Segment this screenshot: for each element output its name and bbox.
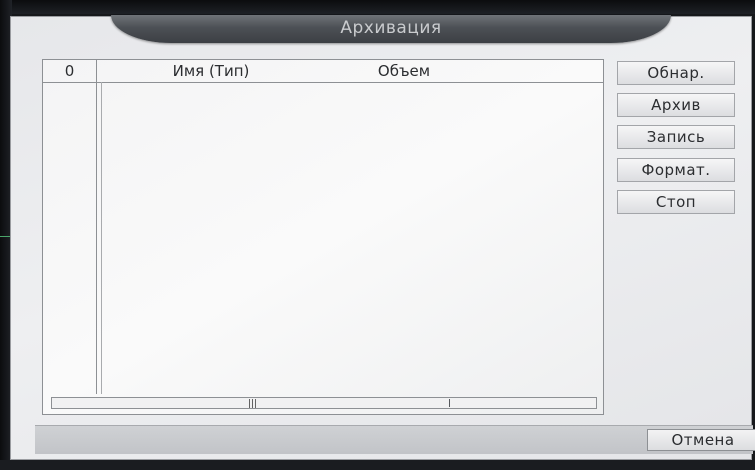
column-divider [101, 82, 102, 394]
screen-bezel-bottom [0, 460, 755, 470]
stop-button[interactable]: Стоп [617, 190, 735, 214]
dialog-footer: Отмена [35, 425, 755, 454]
column-divider [96, 82, 97, 394]
detect-button[interactable]: Обнар. [617, 61, 735, 85]
horizontal-scrollbar[interactable]: ||| [51, 397, 597, 409]
format-button[interactable]: Формат. [617, 158, 735, 182]
backup-button[interactable]: Архив [617, 93, 735, 117]
column-header-name[interactable]: Имя (Тип) [97, 60, 325, 82]
device-list-header: 0 Имя (Тип) Объем [43, 60, 603, 83]
dialog-title-bar: Архивация [111, 15, 671, 43]
record-button[interactable]: Запись [617, 125, 735, 149]
device-list[interactable]: 0 Имя (Тип) Объем ||| [42, 59, 604, 415]
scrollbar-grip-icon: ||| [248, 399, 258, 409]
scrollbar-thumb[interactable]: ||| [53, 399, 450, 409]
dialog-title: Архивация [340, 18, 442, 38]
column-header-index[interactable]: 0 [43, 60, 97, 82]
backup-dialog: Архивация 0 Имя (Тип) Объем ||| Обнар. А… [10, 15, 755, 460]
cancel-button[interactable]: Отмена [647, 429, 755, 451]
column-header-size[interactable]: Объем [325, 60, 483, 82]
screen-bezel-top [0, 0, 755, 14]
